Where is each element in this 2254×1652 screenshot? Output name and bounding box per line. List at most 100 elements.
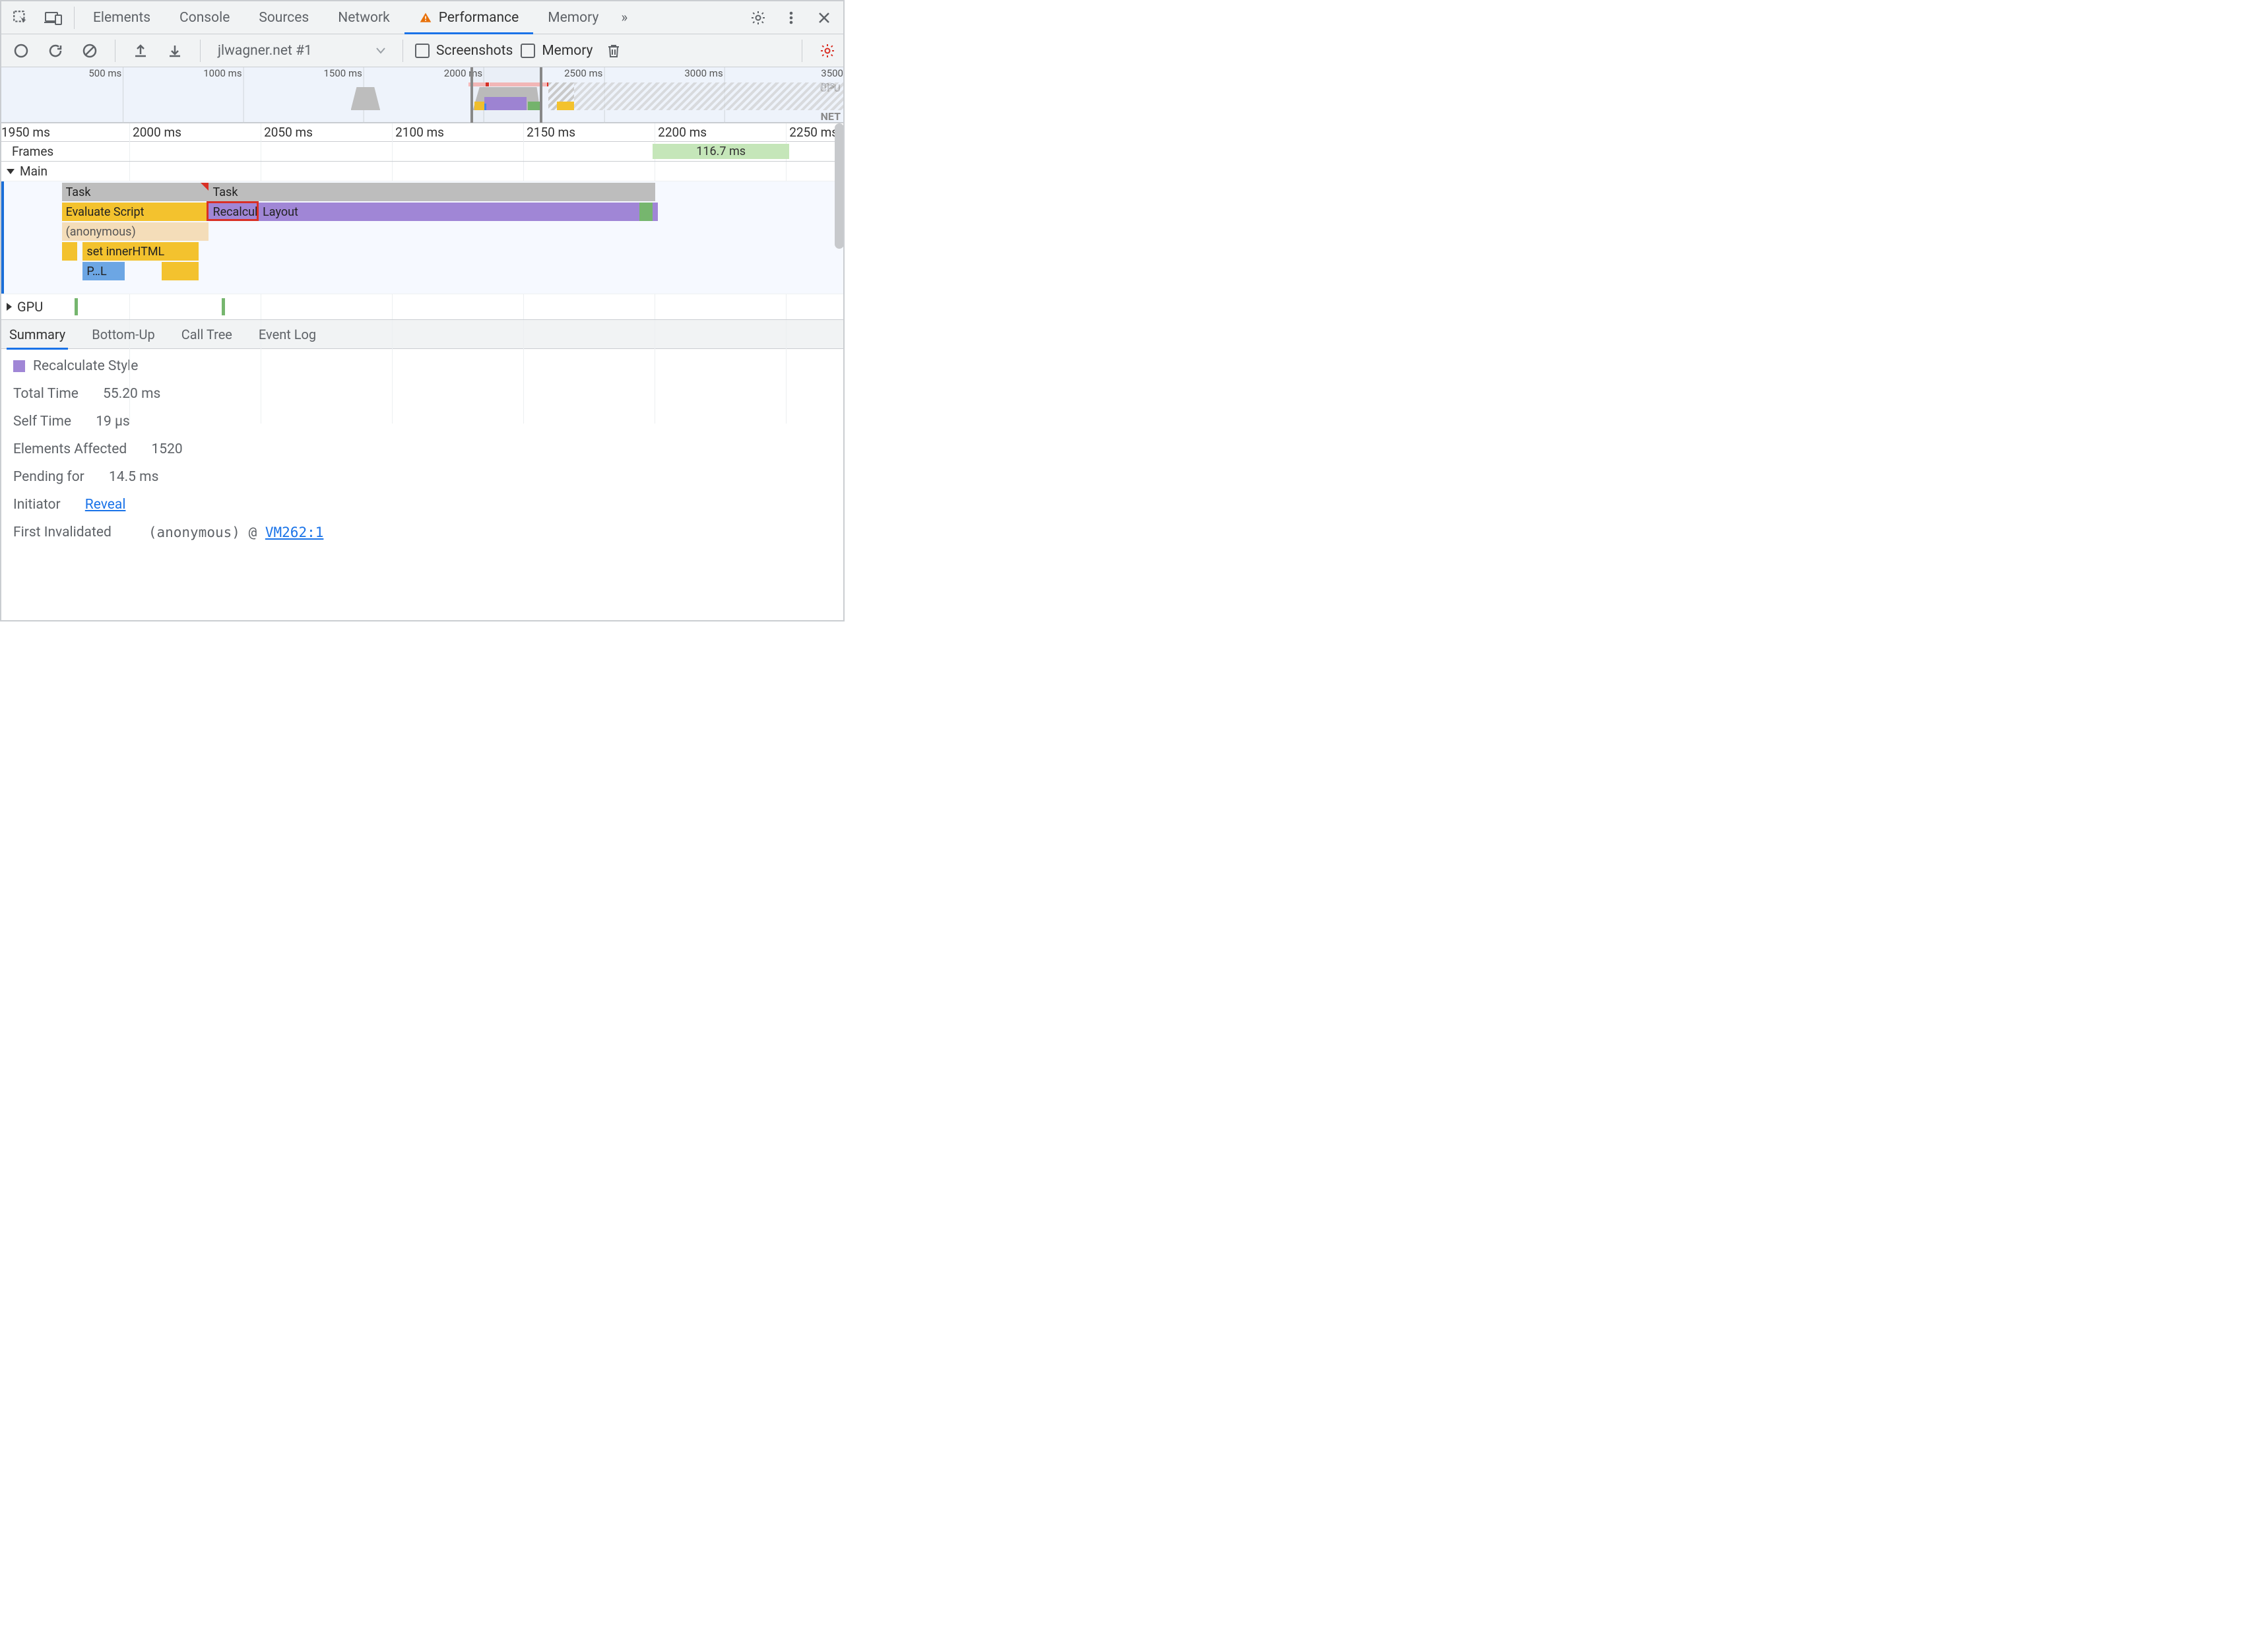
separator — [200, 40, 201, 62]
summary-value: 1520 — [152, 441, 183, 457]
tab-console[interactable]: Console — [165, 2, 244, 34]
overview-tick: 3000 ms — [684, 67, 723, 79]
settings-gear-icon[interactable] — [742, 2, 775, 34]
flame-bar-script[interactable] — [162, 262, 199, 280]
flame-bar-green[interactable] — [639, 203, 653, 221]
detail-tick: 2150 ms — [527, 125, 575, 140]
event-color-swatch — [13, 360, 25, 372]
reload-record-icon[interactable] — [42, 38, 69, 64]
flame-bar-p-l[interactable]: P…L — [82, 262, 125, 280]
warning-triangle-icon — [419, 11, 432, 24]
close-devtools-icon[interactable] — [808, 2, 841, 34]
devtools-window: Elements Console Sources Network Perform… — [0, 0, 845, 621]
inspect-element-icon[interactable] — [4, 2, 37, 34]
details-tab-strip: Summary Bottom-Up Call Tree Event Log — [1, 320, 843, 349]
first-invalidated-label: First Invalidated — [13, 524, 112, 540]
detail-tick: 1950 ms — [1, 125, 50, 140]
flame-bar-purple[interactable] — [653, 203, 658, 221]
overview-tick: 500 ms — [88, 67, 121, 79]
frames-track[interactable]: Frames 116.7 ms — [1, 142, 843, 162]
event-title: Recalculate Style — [33, 358, 138, 374]
checkbox-icon — [415, 44, 430, 58]
performance-toolbar: jlwagner.net #1 Screenshots Memory — [1, 34, 843, 67]
detail-tick: 2250 ms — [789, 125, 838, 140]
tab-event-log[interactable]: Event Log — [256, 320, 319, 349]
frames-label: Frames — [1, 144, 53, 159]
summary-label: Total Time — [13, 386, 79, 402]
vertical-scrollbar[interactable] — [835, 123, 844, 249]
reveal-initiator-link[interactable]: Reveal — [85, 497, 126, 513]
tab-label: Performance — [439, 10, 519, 26]
detail-ruler[interactable]: 1950 ms 2000 ms 2050 ms 2100 ms 2150 ms 2200 … — [1, 123, 843, 142]
gpu-track[interactable]: GPU — [1, 294, 843, 320]
summary-pane: Recalculate Style Total Time 55.20 ms Se… — [1, 349, 843, 620]
top-tab-strip: Elements Console Sources Network Perform… — [1, 1, 843, 34]
record-icon[interactable] — [8, 38, 34, 64]
detail-tick: 2000 ms — [133, 125, 181, 140]
overview-tick: 1500 ms — [324, 67, 362, 79]
frame-duration-chip[interactable]: 116.7 ms — [653, 144, 789, 159]
tab-call-tree[interactable]: Call Tree — [179, 320, 235, 349]
initiator-label: Initiator — [13, 497, 61, 513]
flame-bar-task[interactable]: Task — [62, 183, 209, 201]
overview-tick: 1000 ms — [203, 67, 242, 79]
flame-bar-set-innerhtml[interactable]: set innerHTML — [82, 242, 198, 261]
kebab-menu-icon[interactable] — [775, 2, 808, 34]
cpu-activity — [351, 87, 381, 110]
overview-selection-handles[interactable] — [470, 67, 543, 123]
overview-tick: 2500 ms — [564, 67, 602, 79]
tab-elements[interactable]: Elements — [79, 2, 165, 34]
flame-bar-script[interactable] — [62, 242, 78, 261]
net-lane-baseline — [1, 122, 843, 123]
stack-source-link[interactable]: VM262:1 — [265, 524, 324, 540]
flamechart[interactable]: Main TaskTaskEvaluate ScriptRecalculate … — [1, 162, 843, 320]
tab-memory[interactable]: Memory — [533, 2, 613, 34]
device-toolbar-icon[interactable] — [37, 2, 70, 34]
capture-settings-gear-icon[interactable] — [814, 38, 841, 64]
summary-value: 19 µs — [96, 414, 130, 429]
overview-timeline[interactable]: 500 ms1000 ms1500 ms2000 ms2500 ms3000 m… — [1, 67, 843, 123]
flame-bar-task[interactable]: Task — [209, 183, 655, 201]
recording-selected-label: jlwagner.net #1 — [218, 43, 371, 59]
detail-tick: 2100 ms — [395, 125, 444, 140]
chevron-down-icon — [376, 48, 385, 54]
tab-performance[interactable]: Performance — [404, 2, 533, 34]
tab-sources[interactable]: Sources — [244, 2, 323, 34]
detail-tick: 2200 ms — [658, 125, 707, 140]
download-profile-icon[interactable] — [162, 38, 188, 64]
summary-label: Pending for — [13, 469, 84, 485]
selected-event-highlight — [207, 201, 259, 221]
main-track-header[interactable]: Main — [1, 162, 843, 181]
gpu-track-label: GPU — [17, 299, 43, 315]
gpu-activity-tick — [222, 298, 225, 315]
tab-summary[interactable]: Summary — [7, 320, 68, 349]
stack-at-symbol: @ — [249, 524, 257, 540]
overview-net-label: NET — [821, 110, 841, 123]
tab-network[interactable]: Network — [323, 2, 404, 34]
flame-bar-layout[interactable]: Layout — [259, 203, 639, 221]
disclosure-triangle-icon — [7, 303, 12, 311]
memory-checkbox-label: Memory — [542, 43, 593, 59]
tab-bottom-up[interactable]: Bottom-Up — [89, 320, 157, 349]
disclosure-triangle-icon — [7, 169, 15, 174]
detail-tick: 2050 ms — [264, 125, 313, 140]
flame-bar-anonymous[interactable]: (anonymous) — [62, 222, 209, 241]
delete-profile-icon[interactable] — [600, 38, 627, 64]
net-idle-hatched — [574, 82, 843, 110]
upload-profile-icon[interactable] — [127, 38, 154, 64]
summary-label: Self Time — [13, 414, 71, 429]
summary-value: 55.20 ms — [103, 386, 160, 402]
clear-icon[interactable] — [77, 38, 103, 64]
main-track-label: Main — [20, 164, 48, 179]
screenshots-label: Screenshots — [436, 43, 513, 59]
summary-value: 14.5 ms — [109, 469, 158, 485]
separator — [74, 7, 75, 29]
summary-label: Elements Affected — [13, 441, 127, 457]
recording-selector[interactable]: jlwagner.net #1 — [212, 43, 391, 59]
screenshots-checkbox[interactable]: Screenshots — [415, 43, 513, 59]
tabs-overflow[interactable]: » — [613, 2, 635, 34]
flame-bar-evaluate-script[interactable]: Evaluate Script — [62, 203, 209, 221]
memory-checkbox[interactable]: Memory — [521, 43, 593, 59]
separator — [402, 40, 403, 62]
checkbox-icon — [521, 44, 535, 58]
